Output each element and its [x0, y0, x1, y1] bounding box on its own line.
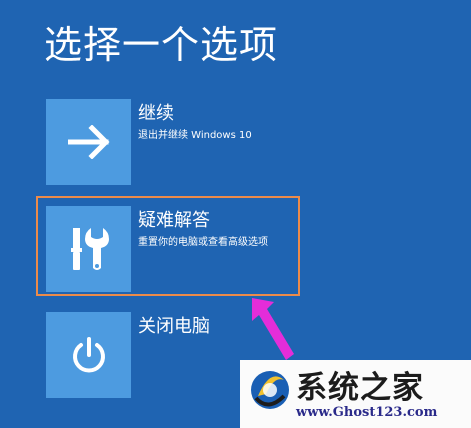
- highlight-box: [36, 196, 300, 296]
- turn-off-tile[interactable]: [46, 312, 131, 398]
- option-continue-description: 退出并继续 Windows 10: [138, 130, 252, 141]
- power-icon: [72, 337, 105, 373]
- pointer-arrow-icon: [252, 298, 294, 360]
- watermark: 系统之家 www.Ghost123.com: [240, 360, 471, 428]
- page-title: 选择一个选项: [44, 23, 279, 67]
- watermark-site-name: 系统之家: [296, 370, 424, 406]
- recovery-screen: 选择一个选项 继续 退出并继续 Windows 10 疑难解答 重置你的电脑或查…: [0, 0, 471, 428]
- option-turn-off-label: 关闭电脑: [138, 316, 210, 337]
- site-logo-icon: [251, 371, 289, 409]
- option-continue-label: 继续: [138, 103, 174, 124]
- option-continue[interactable]: 继续 退出并继续 Windows 10: [46, 99, 446, 185]
- watermark-url: www.Ghost123.com: [296, 405, 438, 420]
- continue-tile[interactable]: [46, 99, 131, 185]
- arrow-right-icon: [67, 125, 110, 159]
